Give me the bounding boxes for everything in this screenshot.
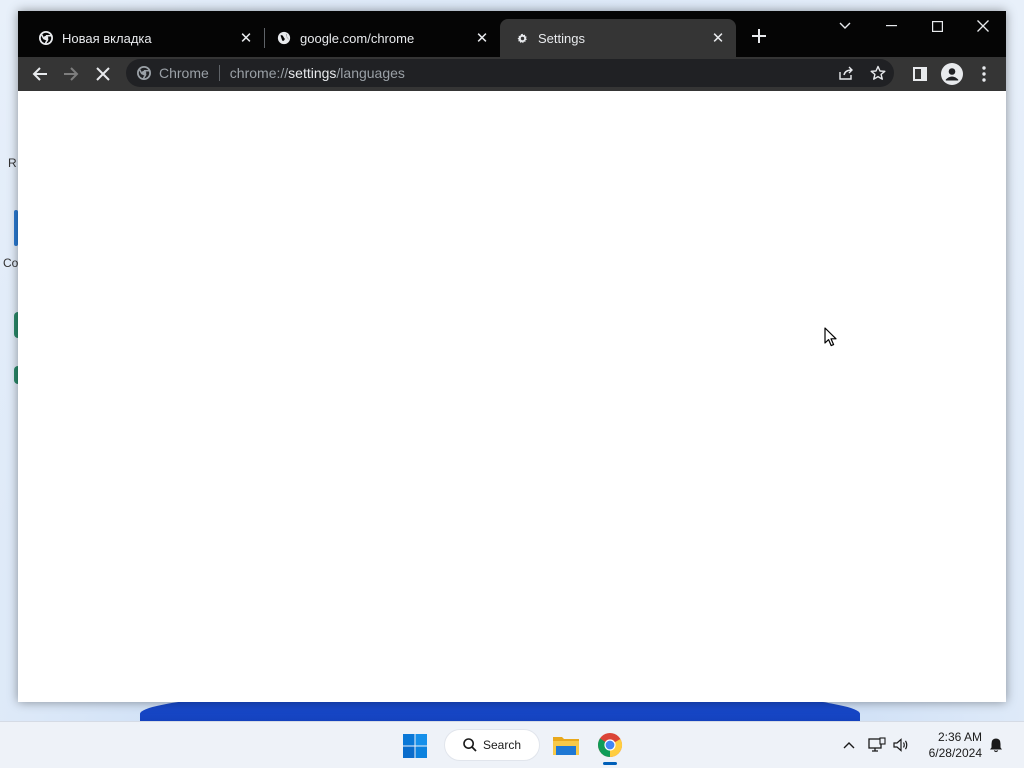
volume-icon[interactable] (890, 734, 912, 756)
browser-toolbar: Chrome chrome://settings/languages (18, 57, 1006, 91)
close-window-button[interactable] (960, 11, 1006, 41)
tab-search-button[interactable] (822, 11, 868, 41)
tab-close-icon[interactable]: ✕ (708, 28, 728, 48)
tab-settings[interactable]: Settings ✕ (500, 19, 736, 57)
file-explorer-icon[interactable] (551, 730, 581, 760)
stop-x-icon (96, 67, 110, 81)
star-icon (870, 65, 886, 80)
active-app-indicator (603, 762, 617, 765)
stop-loading-button[interactable] (88, 59, 118, 89)
minimize-icon (885, 25, 897, 27)
mouse-cursor-icon (824, 327, 838, 352)
arrow-left-icon (32, 67, 47, 81)
plus-icon (752, 29, 766, 43)
page-content-area[interactable] (18, 91, 1006, 702)
profile-button[interactable] (937, 59, 967, 89)
show-hidden-icons-button[interactable] (838, 734, 860, 756)
tab-close-icon[interactable]: ✕ (236, 28, 256, 48)
url-path: /languages (336, 65, 405, 81)
bookmark-button[interactable] (868, 63, 888, 83)
clock-time: 2:36 AM (937, 730, 982, 744)
site-info-chip[interactable]: Chrome (126, 65, 209, 81)
network-icon[interactable] (866, 734, 888, 756)
three-dots-vertical-icon (982, 66, 986, 82)
site-label: Chrome (159, 65, 209, 81)
chrome-menu-button[interactable] (969, 59, 999, 89)
side-panel-button[interactable] (905, 59, 935, 89)
address-bar[interactable]: Chrome chrome://settings/languages (126, 59, 894, 87)
chrome-logo-icon (137, 66, 151, 80)
search-label: Search (483, 738, 522, 752)
search-icon (463, 738, 477, 752)
back-button[interactable] (25, 59, 55, 89)
share-icon (839, 66, 853, 80)
tab-strip: Новая вкладка ✕ google.com/chrome ✕ Sett… (18, 11, 1006, 57)
gear-icon (514, 30, 530, 46)
maximize-icon (931, 20, 943, 32)
profile-avatar-icon (941, 63, 963, 85)
url-text[interactable]: chrome://settings/languages (230, 65, 405, 81)
chevron-up-icon (843, 742, 855, 749)
tab-title: google.com/chrome (300, 30, 415, 46)
clock-date: 6/28/2024 (928, 746, 982, 760)
new-tab-button[interactable] (748, 25, 770, 47)
tab-title: Settings (538, 30, 585, 46)
taskbar-clock[interactable]: 2:36 AM 6/28/2024 (916, 729, 982, 761)
tab-new-tab[interactable]: Новая вкладка ✕ (18, 19, 264, 57)
start-button[interactable] (402, 733, 428, 759)
tab-title: Новая вкладка (62, 30, 152, 46)
url-host: settings (288, 65, 337, 81)
share-button[interactable] (836, 63, 856, 83)
tab-google-chrome[interactable]: google.com/chrome ✕ (264, 19, 500, 57)
side-panel-icon (913, 67, 927, 81)
desktop-icon-label-partial: R (8, 156, 17, 170)
browser-window: Новая вкладка ✕ google.com/chrome ✕ Sett… (18, 11, 1006, 702)
chevron-down-icon (839, 22, 851, 29)
tab-close-icon[interactable]: ✕ (472, 28, 492, 48)
url-scheme: chrome:// (229, 65, 289, 81)
omnibox-divider (218, 65, 220, 81)
desktop-icon-label-partial: Co (3, 256, 19, 270)
taskbar: Search 2:36 AM 6/28/2024 (0, 721, 1024, 768)
notification-bell-icon[interactable] (985, 734, 1007, 756)
arrow-right-icon (64, 67, 79, 81)
taskbar-search-box[interactable]: Search (444, 729, 540, 761)
minimize-button[interactable] (868, 11, 914, 41)
forward-button[interactable] (56, 59, 86, 89)
chrome-logo-icon (38, 30, 54, 46)
maximize-button[interactable] (914, 11, 960, 41)
chrome-icon[interactable] (595, 730, 625, 760)
globe-icon (276, 30, 292, 46)
close-icon (977, 20, 989, 32)
windows-logo-icon (403, 734, 427, 758)
